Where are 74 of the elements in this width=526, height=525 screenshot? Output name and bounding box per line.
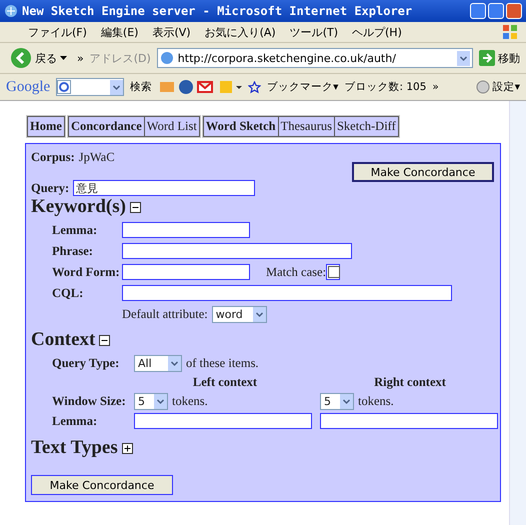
word-form-label: Word Form: <box>52 264 121 280</box>
query-label: Query: <box>31 180 70 196</box>
tokens-label: tokens. <box>358 394 394 409</box>
attribute-dropdown[interactable]: word <box>212 306 267 323</box>
nav-tab[interactable]: Home <box>28 117 64 136</box>
go-button[interactable]: 移動 <box>479 50 520 66</box>
menu-item[interactable]: ツール(T) <box>290 24 338 40</box>
more-button[interactable]: » <box>77 52 84 64</box>
google-logo: Google <box>6 78 50 96</box>
scrollbar[interactable] <box>509 101 526 525</box>
column-heading: Right context <box>373 375 447 390</box>
phrase-field[interactable] <box>122 243 352 259</box>
query-field[interactable]: 意見 <box>73 180 256 196</box>
toolbar-icons-drawing[interactable] <box>158 79 242 95</box>
expand-icon[interactable] <box>122 442 133 454</box>
tokens-label: tokens. <box>172 394 208 409</box>
match-case-checkbox[interactable] <box>326 264 340 280</box>
menu-item[interactable]: お気に入り(A) <box>204 24 276 40</box>
settings-icon <box>476 80 490 94</box>
window-size-label: Window Size: <box>52 394 127 409</box>
phrase-label: Phrase: <box>52 244 94 258</box>
google-search-field[interactable] <box>56 78 124 96</box>
bookmarks-button[interactable]: ブックマーク▾ <box>267 80 338 94</box>
window-size-dropdown[interactable]: 5 <box>134 393 168 410</box>
corpus-name: JpWaC <box>78 150 115 165</box>
nav-tab[interactable]: Word Sketch <box>204 117 279 136</box>
column-heading: Left context <box>192 375 258 390</box>
collapse-icon[interactable] <box>130 202 141 212</box>
windows-logo-icon <box>502 24 518 40</box>
right-lemma-field[interactable] <box>320 413 498 429</box>
maximize-button[interactable] <box>488 3 504 19</box>
section-heading: Keyword(s) <box>31 196 126 218</box>
match-case-label: Match case: <box>266 264 326 280</box>
nav-tab[interactable]: Thesaurus <box>278 117 335 136</box>
window-size-dropdown[interactable]: 5 <box>320 393 354 410</box>
lemma-field[interactable] <box>122 222 250 238</box>
back-button[interactable]: 戻る <box>6 47 71 69</box>
lemma-label: Lemma: <box>52 222 98 238</box>
corpus-label: Corpus: <box>31 150 75 165</box>
nav-tab[interactable]: Sketch-Diff <box>334 117 398 136</box>
menu-item[interactable]: ヘルプ(H) <box>352 24 402 40</box>
window-title: New Sketch Engine server - Microsoft Internet Explorer <box>22 4 412 18</box>
page-icon <box>160 51 174 65</box>
blocked-count-button[interactable]: ブロック数: 105 <box>344 80 426 94</box>
star-icon <box>248 80 262 94</box>
search-engine-icon <box>57 80 72 94</box>
menu-item[interactable]: 表示(V) <box>152 24 191 40</box>
query-type-dropdown[interactable]: All <box>134 355 182 372</box>
menu-item[interactable]: ファイル(F) <box>28 24 87 40</box>
search-button[interactable]: 検索 <box>130 80 152 94</box>
address-field[interactable]: http://corpora.sketchengine.co.uk/auth/ <box>156 48 473 68</box>
left-lemma-field[interactable] <box>134 413 312 429</box>
default-attribute-label: Default attribute: <box>122 307 208 322</box>
word-form-field[interactable] <box>122 264 250 280</box>
nav-tab[interactable]: Concordance <box>68 117 145 136</box>
menu-item[interactable]: 編集(E) <box>100 24 138 40</box>
query-type-suffix: of these items. <box>186 356 259 371</box>
query-type-label: Query Type: <box>52 356 120 371</box>
minimize-button[interactable] <box>470 3 486 19</box>
browser-icon <box>4 4 18 18</box>
cql-label: CQL: <box>52 286 84 300</box>
section-heading: Text Types <box>31 437 118 459</box>
settings-button[interactable]: 設定▾ <box>492 80 520 94</box>
collapse-icon[interactable] <box>99 334 110 346</box>
make-concordance-button[interactable]: Make Concordance <box>31 475 173 495</box>
nav-tab[interactable]: Word List <box>144 117 199 136</box>
caret-icon <box>60 56 67 60</box>
make-concordance-button[interactable]: Make Concordance <box>352 162 494 182</box>
lemma-label: Lemma: <box>52 414 98 428</box>
close-button[interactable] <box>506 3 522 19</box>
cql-field[interactable] <box>122 285 452 301</box>
more-button[interactable]: » <box>432 81 439 93</box>
address-label: アドレス(D) <box>90 50 151 66</box>
section-heading: Context <box>31 329 96 351</box>
